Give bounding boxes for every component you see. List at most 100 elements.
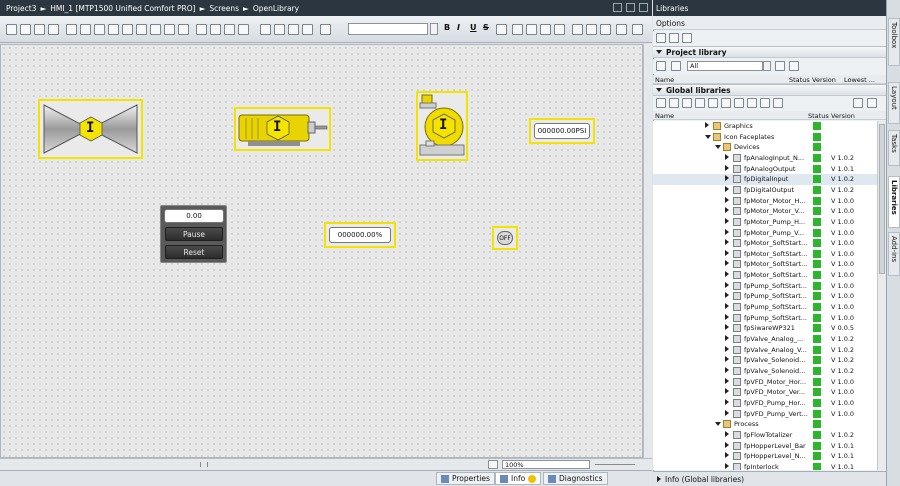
expand-icon[interactable]	[725, 175, 729, 182]
text-center-icon[interactable]	[526, 24, 537, 35]
tree-item[interactable]: fpHopperLevel_N... V 1.0.1	[653, 451, 877, 462]
text-top-icon[interactable]	[572, 24, 583, 35]
text-bottom-icon[interactable]	[600, 24, 611, 35]
tree-item[interactable]: fpAnalogInput_N... V 1.0.2	[653, 153, 877, 164]
tab-info[interactable]: Info	[495, 472, 542, 485]
close-icon[interactable]	[639, 3, 648, 12]
expand-icon[interactable]	[725, 345, 729, 352]
stack-icon[interactable]	[747, 98, 757, 108]
distribute-h-icon[interactable]	[196, 24, 207, 35]
expand-icon[interactable]	[725, 249, 729, 256]
font-select[interactable]	[348, 23, 428, 35]
align-middle-icon[interactable]	[122, 24, 133, 35]
tree-item[interactable]: fpMotor_SoftStart... V 1.0.0	[653, 270, 877, 281]
more-icon[interactable]	[632, 24, 643, 35]
breadcrumb-screen[interactable]: OpenLibrary	[253, 4, 299, 13]
tree-item[interactable]: fpMotor_Pump_V... V 1.0.0	[653, 228, 877, 239]
open-library-icon[interactable]	[656, 98, 666, 108]
scroll-thumb[interactable]	[879, 124, 885, 274]
chevron-down-icon[interactable]	[430, 23, 438, 35]
close-library-icon[interactable]	[708, 98, 718, 108]
align-bottom-icon[interactable]	[136, 24, 147, 35]
list-icon[interactable]	[616, 24, 627, 35]
arrow-right-icon[interactable]	[734, 98, 744, 108]
off-toggle-selection[interactable]: OFF	[492, 226, 518, 250]
expand-icon[interactable]	[725, 324, 729, 331]
expand-icon[interactable]	[725, 430, 729, 437]
tab-add-ins[interactable]: Add-ins	[888, 232, 900, 276]
scroll-thumb[interactable]	[200, 462, 208, 467]
valve-symbol[interactable]: I	[38, 99, 143, 159]
details-icon[interactable]	[853, 98, 863, 108]
project-library-section[interactable]: Project library	[653, 46, 886, 58]
tab-layout[interactable]: Layout	[888, 82, 900, 124]
tree-item[interactable]: fpDigitalOutput V 1.0.2	[653, 185, 877, 196]
pump-symbol[interactable]: I	[416, 91, 468, 161]
sort-icon[interactable]	[760, 98, 770, 108]
align-left-icon[interactable]	[66, 24, 77, 35]
tree-item[interactable]: fpAnalogOutput V 1.0.1	[653, 164, 877, 175]
send-back-icon[interactable]	[274, 24, 285, 35]
counter-value-field[interactable]: 0.00	[164, 209, 224, 223]
psi-io-field-selection[interactable]: 000000.00PSI	[529, 118, 595, 144]
expand-icon[interactable]	[725, 398, 729, 405]
arrow-right-icon[interactable]	[775, 61, 785, 71]
tree-folder[interactable]: Process	[653, 419, 877, 430]
collapse-icon[interactable]	[715, 145, 721, 150]
collapse-icon[interactable]	[715, 422, 721, 427]
expand-icon[interactable]	[725, 441, 729, 448]
tree-folder[interactable]: Icon Faceplates	[653, 132, 877, 143]
text-left-icon[interactable]	[512, 24, 523, 35]
expand-icon[interactable]	[725, 388, 729, 395]
expand-icon[interactable]	[725, 239, 729, 246]
rotate-right-icon[interactable]	[20, 24, 31, 35]
update-icon[interactable]	[695, 98, 705, 108]
expand-icon[interactable]	[725, 271, 729, 278]
tree-scrollbar[interactable]	[877, 121, 886, 470]
expand-icon[interactable]	[725, 313, 729, 320]
percent-io-field-selection[interactable]: 000000.00%	[324, 222, 396, 248]
ungroup-icon[interactable]	[178, 24, 189, 35]
breadcrumb-screens[interactable]: Screens	[209, 4, 239, 13]
psi-io-field[interactable]: 000000.00PSI	[534, 123, 590, 139]
expand-icon[interactable]	[725, 196, 729, 203]
tree-item[interactable]: fpFlowTotalizer V 1.0.2	[653, 430, 877, 441]
expand-icon[interactable]	[725, 260, 729, 267]
percent-io-field[interactable]: 000000.00%	[329, 227, 391, 243]
sort-desc-icon[interactable]	[773, 98, 783, 108]
expand-icon[interactable]	[725, 377, 729, 384]
expand-icon[interactable]	[725, 185, 729, 192]
tree-item[interactable]: fpValve_Solenoid... V 1.0.2	[653, 366, 877, 377]
tab-libraries[interactable]: Libraries	[888, 176, 900, 228]
tree-item[interactable]: fpPump_SoftStart... V 1.0.0	[653, 313, 877, 324]
underline-button[interactable]: U	[470, 23, 477, 32]
tree-item[interactable]: fpPump_SoftStart... V 1.0.0	[653, 291, 877, 302]
center-icon[interactable]	[150, 24, 161, 35]
flip-icon[interactable]	[48, 24, 59, 35]
tree-item[interactable]: fpVFD_Motor_Hor... V 1.0.0	[653, 377, 877, 388]
same-width-icon[interactable]	[224, 24, 235, 35]
global-library-tree[interactable]: Graphics Icon Faceplates Devices fpAnalogIn…	[653, 121, 877, 470]
canvas-vertical-scrollbar[interactable]	[643, 44, 652, 458]
breadcrumb-project[interactable]: Project3	[6, 4, 36, 13]
tree-item[interactable]: fpMotor_Pump_H... V 1.0.0	[653, 217, 877, 228]
expand-icon[interactable]	[725, 292, 729, 299]
expand-icon[interactable]	[705, 122, 709, 128]
zoom-icon[interactable]	[488, 460, 498, 469]
global-libraries-section[interactable]: Global libraries	[653, 84, 886, 96]
info-global-libraries[interactable]: Info (Global libraries)	[653, 471, 886, 486]
expand-icon[interactable]	[725, 335, 729, 341]
scroll-up-icon[interactable]	[645, 46, 651, 52]
tree-item[interactable]: fpVFD_Pump_Hor... V 1.0.0	[653, 398, 877, 409]
tree-item[interactable]: fpMotor_SoftStart... V 1.0.0	[653, 259, 877, 270]
expand-icon[interactable]	[725, 462, 729, 469]
expand-icon[interactable]	[725, 366, 729, 373]
chevron-down-icon[interactable]	[763, 61, 771, 71]
arrow-left-icon[interactable]	[721, 98, 731, 108]
scroll-down-icon[interactable]	[645, 447, 651, 453]
tree-item[interactable]: fpValve_Analog_V... V 1.0.2	[653, 345, 877, 356]
tree-item[interactable]: fpVFD_Pump_Vert... V 1.0.0	[653, 409, 877, 420]
tree-item[interactable]: fpHopperLevel_Bar V 1.0.1	[653, 441, 877, 452]
tree-item[interactable]: fpDigitalInput V 1.0.2	[653, 174, 877, 185]
tree-item[interactable]: fpMotor_Motor_V... V 1.0.0	[653, 206, 877, 217]
